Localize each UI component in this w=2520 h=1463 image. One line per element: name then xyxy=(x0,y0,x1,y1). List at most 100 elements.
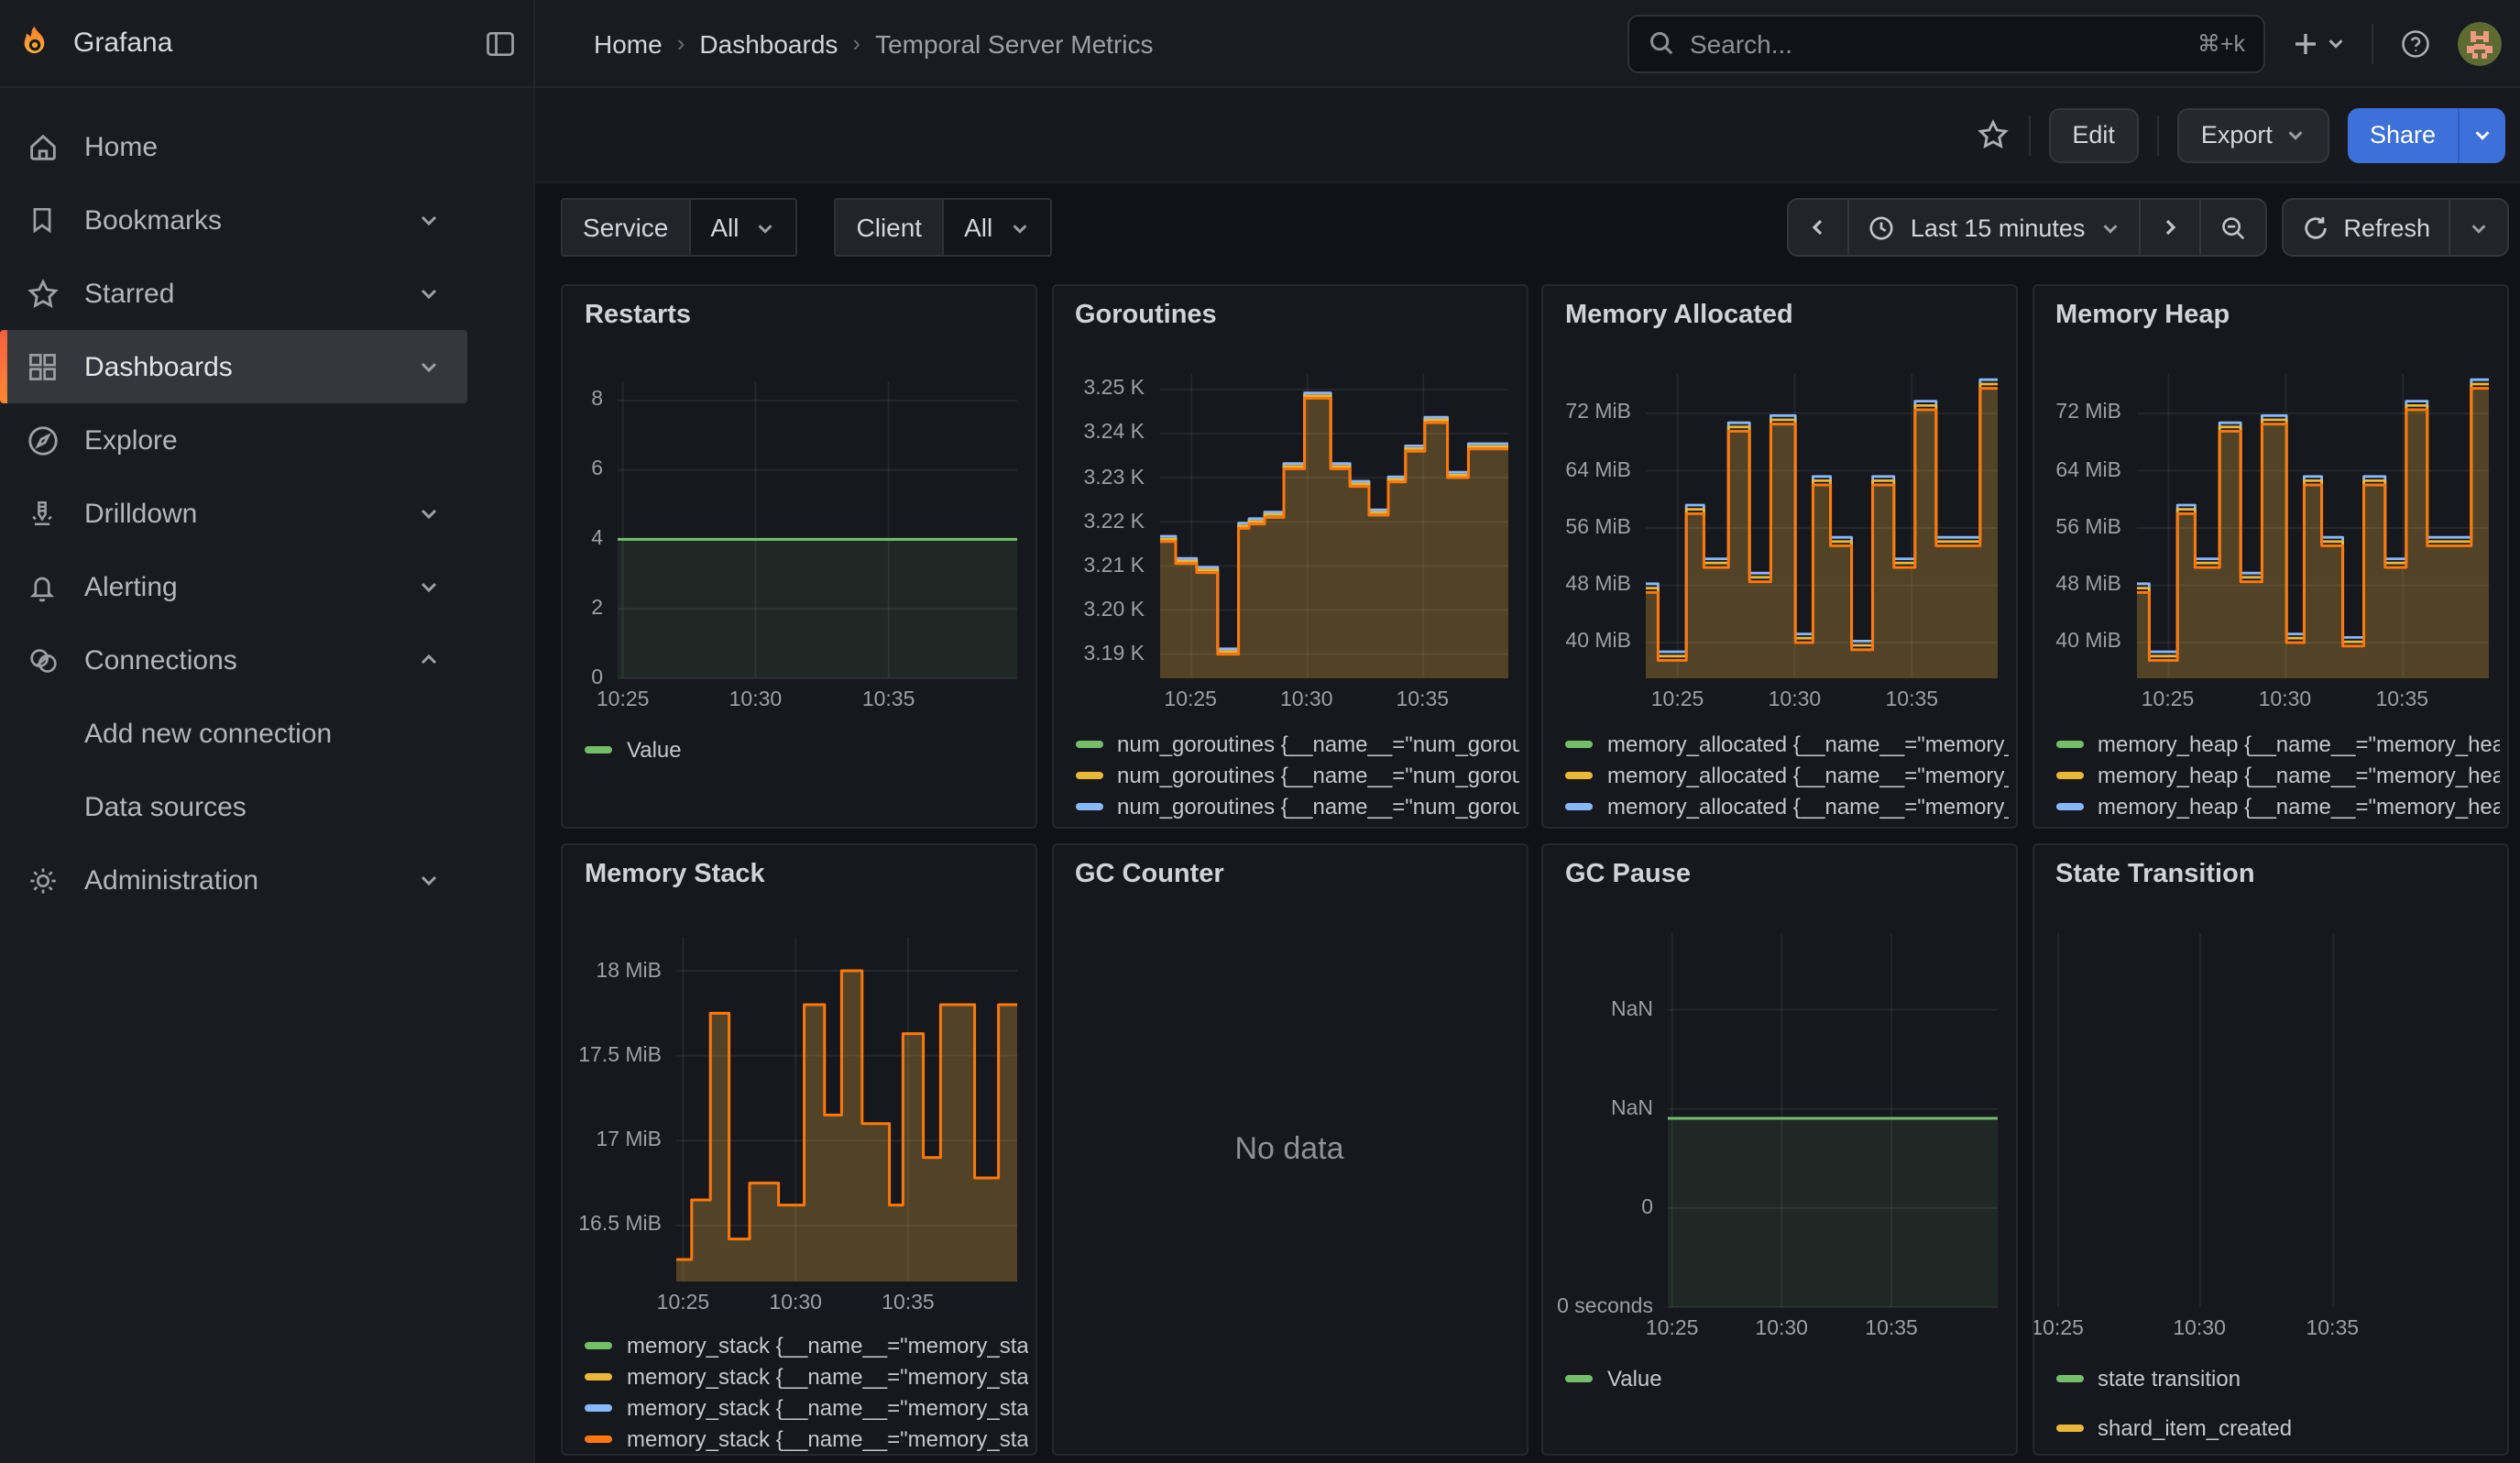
timeseries-chart[interactable]: 40 MiB48 MiB56 MiB64 MiB72 MiB10:2510:30… xyxy=(1646,374,1998,678)
time-range-picker[interactable]: Last 15 minutes xyxy=(1848,200,2139,255)
legend-item[interactable]: memory_allocated {__name__="memory_alloc… xyxy=(1565,759,2009,790)
legend-swatch[interactable] xyxy=(1075,771,1102,778)
legend-item[interactable]: memory_allocated {__name__="memory_alloc… xyxy=(1565,790,2009,821)
export-button[interactable]: Export xyxy=(2177,107,2329,162)
legend-label[interactable]: num_goroutines {__name__="num_goroutines… xyxy=(1117,731,1518,756)
time-shift-forward-button[interactable] xyxy=(2138,200,2198,255)
legend-swatch[interactable] xyxy=(1075,802,1102,809)
legend-item[interactable]: memory_allocated {__name__="memory_alloc… xyxy=(1565,728,2009,759)
sidebar-item-add-new-connection[interactable]: Add new connection xyxy=(0,697,467,770)
refresh-button[interactable]: Refresh xyxy=(2283,200,2449,255)
timeseries-chart[interactable]: 3.19 K3.20 K3.21 K3.22 K3.23 K3.24 K3.25… xyxy=(1159,374,1507,678)
add-new-button[interactable] xyxy=(2284,21,2353,65)
legend-swatch[interactable] xyxy=(2055,771,2083,778)
legend-item[interactable]: num_goroutines {__name__="num_goroutines… xyxy=(1075,759,1518,790)
legend-item[interactable]: memory_heap {__name__="memory_heap"} xyxy=(2055,790,2499,821)
share-button[interactable]: Share xyxy=(2348,107,2458,162)
legend-label[interactable]: memory_stack {__name__="memory_stack"} xyxy=(627,1394,1028,1420)
panel-memory-allocated[interactable]: Memory Allocated 40 MiB48 MiB56 MiB64 Mi… xyxy=(1541,284,2018,829)
panel-title[interactable]: GC Counter xyxy=(1075,860,1224,889)
legend-swatch[interactable] xyxy=(1565,802,1593,809)
legend-label[interactable]: num_goroutines {__name__="num_goroutines… xyxy=(1117,824,1518,829)
legend-label[interactable]: memory_allocated {__name__="memory_alloc… xyxy=(1607,793,2009,819)
help-icon[interactable] xyxy=(2392,19,2439,67)
legend-label[interactable]: memory_heap {__name__="memory_heap"} xyxy=(2098,824,2499,829)
legend-swatch[interactable] xyxy=(1565,771,1593,778)
sidebar-item-connections[interactable]: Connections xyxy=(0,623,467,697)
legend-swatch[interactable] xyxy=(1565,740,1593,747)
legend-swatch[interactable] xyxy=(585,1403,612,1411)
sidebar-item-dashboards[interactable]: Dashboards xyxy=(0,330,467,403)
sidebar-item-administration[interactable]: Administration xyxy=(0,843,467,917)
legend-label[interactable]: memory_stack {__name__="memory_stack"} xyxy=(627,1332,1028,1358)
panel-restarts[interactable]: Restarts 0246810:2510:3010:35 Value xyxy=(561,284,1037,829)
sidebar-item-explore[interactable]: Explore xyxy=(0,403,467,477)
legend-swatch[interactable] xyxy=(2055,740,2083,747)
sidebar-item-starred[interactable]: Starred xyxy=(0,257,467,330)
timeseries-chart[interactable]: 40 MiB48 MiB56 MiB64 MiB72 MiB10:2510:30… xyxy=(2136,374,2488,678)
legend-swatch[interactable] xyxy=(2055,802,2083,809)
breadcrumb-home[interactable]: Home xyxy=(594,28,663,58)
chevron-up-icon[interactable] xyxy=(418,649,440,671)
legend-label[interactable]: memory_heap {__name__="memory_heap"} xyxy=(2098,731,2499,756)
legend-label[interactable]: shard_item_created xyxy=(2098,1414,2499,1440)
legend-label[interactable]: memory_allocated {__name__="memory_alloc… xyxy=(1607,762,2009,787)
legend-swatch[interactable] xyxy=(2055,1374,2083,1381)
timeseries-chart[interactable]: 10:2510:3010:35 xyxy=(2037,933,2488,1307)
panel-title[interactable]: Goroutines xyxy=(1075,301,1217,330)
legend-label[interactable]: Value xyxy=(627,736,1028,762)
panel-title[interactable]: Restarts xyxy=(585,301,691,330)
panel-memory-heap[interactable]: Memory Heap 40 MiB48 MiB56 MiB64 MiB72 M… xyxy=(2032,284,2508,829)
time-shift-back-button[interactable] xyxy=(1790,200,1848,255)
timeseries-chart[interactable]: 16.5 MiB17 MiB17.5 MiB18 MiB10:2510:3010… xyxy=(676,937,1017,1282)
panel-title[interactable]: Memory Heap xyxy=(2055,301,2230,330)
sidebar-item-bookmarks[interactable]: Bookmarks xyxy=(0,183,467,257)
legend-item[interactable]: memory_heap {__name__="memory_heap"} xyxy=(2055,821,2499,829)
share-menu-button[interactable] xyxy=(2458,107,2505,162)
sidebar-item-data-sources[interactable]: Data sources xyxy=(0,770,467,843)
legend-item[interactable]: shard_item_created xyxy=(2055,1402,2499,1452)
chevron-down-icon[interactable] xyxy=(418,502,440,524)
panel-gc-counter[interactable]: GC Counter No data xyxy=(1051,843,1528,1456)
chevron-down-icon[interactable] xyxy=(418,282,440,304)
panel-gc-pause[interactable]: GC Pause NaNNaN00 seconds10:2510:3010:35… xyxy=(1541,843,2018,1456)
legend-label[interactable]: memory_allocated {__name__="memory_alloc… xyxy=(1607,824,2009,829)
legend-item[interactable]: memory_stack {__name__="memory_stack"} xyxy=(585,1360,1028,1392)
grafana-logo-icon[interactable] xyxy=(15,23,55,63)
timeseries-chart[interactable]: NaNNaN00 seconds10:2510:3010:35 xyxy=(1668,933,1998,1307)
legend-label[interactable]: memory_stack {__name__="memory_stack"} xyxy=(627,1363,1028,1389)
legend-label[interactable]: memory_heap {__name__="memory_heap"} xyxy=(2098,762,2499,787)
legend-item[interactable]: Value xyxy=(585,733,1028,764)
legend-item[interactable]: memory_stack {__name__="memory_stack"} xyxy=(585,1329,1028,1360)
legend-label[interactable]: state transition xyxy=(2098,1365,2499,1391)
breadcrumb-dashboards[interactable]: Dashboards xyxy=(699,28,838,58)
chevron-down-icon[interactable] xyxy=(418,576,440,598)
legend-swatch[interactable] xyxy=(2055,1424,2083,1431)
legend-item[interactable]: memory_allocated {__name__="memory_alloc… xyxy=(1565,821,2009,829)
zoom-out-button[interactable] xyxy=(2198,200,2264,255)
panel-title[interactable]: Memory Allocated xyxy=(1565,301,1793,330)
panel-goroutines[interactable]: Goroutines 3.19 K3.20 K3.21 K3.22 K3.23 … xyxy=(1051,284,1528,829)
legend-swatch[interactable] xyxy=(585,745,612,753)
legend-label[interactable]: num_goroutines {__name__="num_goroutines… xyxy=(1117,793,1518,819)
legend-item[interactable]: num_goroutines {__name__="num_goroutines… xyxy=(1075,821,1518,829)
legend-item[interactable]: memory_stack {__name__="memory_stack"} xyxy=(585,1423,1028,1454)
search-input[interactable]: Search... ⌘+k xyxy=(1627,14,2265,72)
chevron-down-icon[interactable] xyxy=(418,209,440,231)
timeseries-chart[interactable]: 0246810:2510:3010:35 xyxy=(618,381,1017,678)
legend-label[interactable]: memory_stack {__name__="memory_stack"} xyxy=(627,1425,1028,1451)
client-filter-value[interactable]: All xyxy=(942,200,1049,255)
refresh-interval-button[interactable] xyxy=(2449,200,2507,255)
legend-swatch[interactable] xyxy=(585,1435,612,1442)
legend-item[interactable]: Value xyxy=(1565,1362,2009,1393)
panel-title[interactable]: State Transition xyxy=(2055,860,2255,889)
panel-title[interactable]: Memory Stack xyxy=(585,860,765,889)
legend-item[interactable]: memory_stack {__name__="memory_stack"} xyxy=(585,1392,1028,1423)
panel-memory-stack[interactable]: Memory Stack 16.5 MiB17 MiB17.5 MiB18 Mi… xyxy=(561,843,1037,1456)
legend-label[interactable]: Value xyxy=(1607,1365,2009,1391)
legend-item[interactable]: num_goroutines {__name__="num_goroutines… xyxy=(1075,728,1518,759)
edit-button[interactable]: Edit xyxy=(2048,107,2139,162)
panel-title[interactable]: GC Pause xyxy=(1565,860,1691,889)
panel-state-transition[interactable]: State Transition 10:2510:3010:35 state t… xyxy=(2032,843,2508,1456)
legend-label[interactable]: memory_heap {__name__="memory_heap"} xyxy=(2098,793,2499,819)
